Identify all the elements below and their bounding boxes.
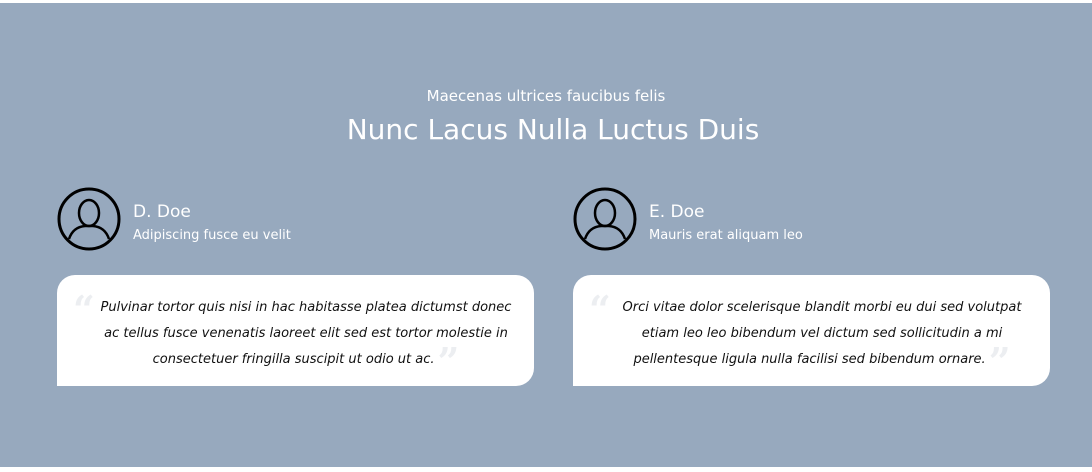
quote-box: “ Orci vitae dolor scelerisque blandit m…	[573, 275, 1050, 386]
quote-box: “ Pulvinar tortor quis nisi in hac habit…	[57, 275, 534, 386]
person-role: Mauris erat aliquam leo	[649, 228, 803, 243]
quote-text: Orci vitae dolor scelerisque blandit mor…	[607, 295, 1037, 381]
testimonial-card: E. Doe Mauris erat aliquam leo “ Orci vi…	[573, 3, 1050, 403]
testimonials-section: Maecenas ultrices faucibus felis Nunc La…	[0, 3, 1092, 467]
person-name: D. Doe	[133, 202, 191, 222]
person-role: Adipiscing fusce eu velit	[133, 228, 291, 243]
person-name: E. Doe	[649, 202, 705, 222]
user-avatar-icon	[573, 187, 637, 251]
close-quote-icon: ”	[988, 339, 1011, 384]
close-quote-icon: ”	[437, 339, 460, 384]
quote-body: Orci vitae dolor scelerisque blandit mor…	[622, 300, 1022, 367]
quote-text: Pulvinar tortor quis nisi in hac habitas…	[91, 295, 521, 381]
testimonial-card: D. Doe Adipiscing fusce eu velit “ Pulvi…	[57, 3, 534, 403]
user-avatar-icon	[57, 187, 121, 251]
